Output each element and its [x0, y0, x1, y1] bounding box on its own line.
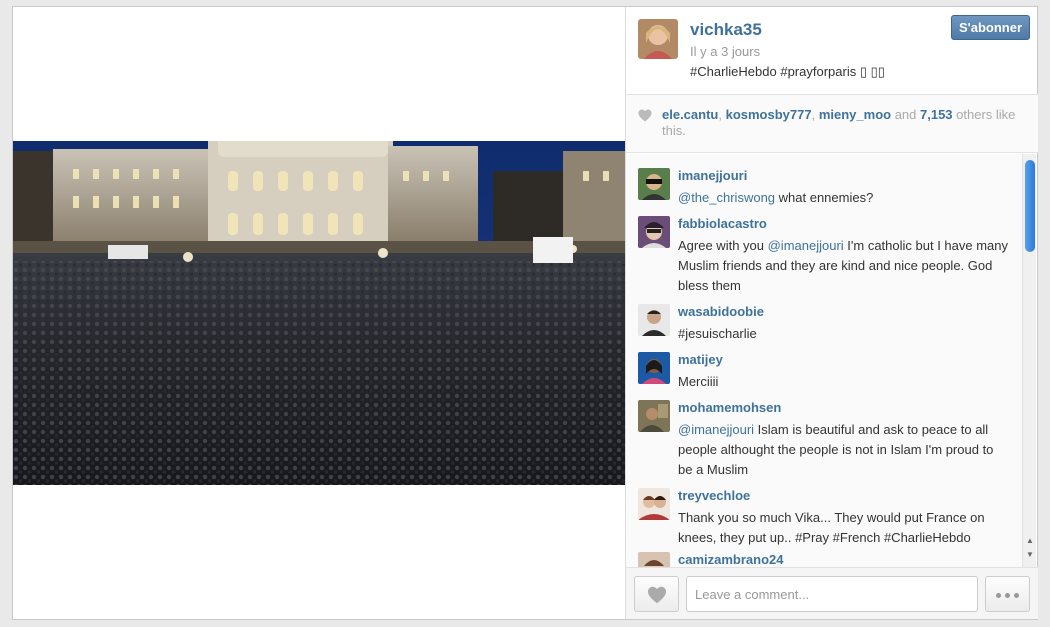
more-options-button[interactable]: [985, 576, 1030, 612]
post-modal: vichka35 Il y a 3 jours #CharlieHebdo #p…: [12, 6, 1038, 620]
post-timestamp: Il y a 3 jours: [690, 44, 761, 59]
avatar[interactable]: [638, 552, 670, 567]
ellipsis-icon: [1005, 593, 1010, 598]
comment-footer: [626, 567, 1038, 619]
comment-text: @imanejjouri Islam is beautiful and ask …: [678, 420, 1010, 480]
post-photo[interactable]: [13, 141, 625, 485]
avatar[interactable]: [638, 400, 670, 432]
avatar[interactable]: [638, 488, 670, 520]
scroll-down-icon[interactable]: ▼: [1024, 550, 1036, 560]
scroll-up-icon[interactable]: ▲: [1024, 536, 1036, 546]
post-header: vichka35 Il y a 3 jours #CharlieHebdo #p…: [626, 7, 1038, 95]
comment-username[interactable]: wasabidoobie: [678, 304, 764, 319]
avatar[interactable]: [638, 168, 670, 200]
comments-list: imanejjouri @the_chriswong what ennemies…: [626, 154, 1022, 567]
comment-username[interactable]: fabbiolacastro: [678, 216, 767, 231]
comments-scrollbar[interactable]: ▲ ▼: [1022, 154, 1036, 567]
likes-count[interactable]: 7,153: [920, 107, 953, 122]
liker-link[interactable]: kosmosby777: [726, 107, 812, 122]
heart-icon: [648, 586, 666, 604]
post-username[interactable]: vichka35: [690, 20, 762, 40]
avatar[interactable]: [638, 352, 670, 384]
photo-pane: [13, 7, 625, 619]
comment-body: Agree with you: [678, 238, 768, 253]
avatar[interactable]: [638, 216, 670, 248]
likes-summary: ele.cantu, kosmosby777, mieny_moo and 7,…: [662, 107, 1016, 138]
liker-link[interactable]: ele.cantu: [662, 107, 718, 122]
comment-text: #jesuischarlie: [678, 326, 757, 341]
mention-link[interactable]: @imanejjouri: [678, 422, 754, 437]
mention-link[interactable]: @the_chriswong: [678, 190, 775, 205]
ellipsis-icon: [1014, 593, 1019, 598]
comment-text: @the_chriswong what ennemies?: [678, 188, 1010, 208]
user-avatar[interactable]: [638, 19, 678, 59]
scrollbar-thumb[interactable]: [1025, 160, 1035, 252]
comment-username[interactable]: mohamemohsen: [678, 400, 781, 415]
ellipsis-icon: [996, 593, 1001, 598]
like-button[interactable]: [634, 576, 679, 612]
comment-text: Agree with you @imanejjouri I'm catholic…: [678, 236, 1010, 296]
likes-and: and: [891, 107, 920, 122]
comment-text: Merciiii: [678, 374, 719, 389]
avatar[interactable]: [638, 304, 670, 336]
comment-username[interactable]: treyvechloe: [678, 488, 750, 503]
comment-username[interactable]: imanejjouri: [678, 168, 747, 183]
heart-icon: [638, 109, 652, 122]
post-caption: #CharlieHebdo #prayforparis ▯ ▯▯: [690, 64, 885, 79]
likes-row: ele.cantu, kosmosby777, mieny_moo and 7,…: [626, 95, 1038, 153]
comment-text: Thank you so much Vika... They would put…: [678, 510, 985, 545]
comment-body: what ennemies?: [775, 190, 874, 205]
liker-link[interactable]: mieny_moo: [819, 107, 891, 122]
comment-input[interactable]: [686, 576, 978, 612]
follow-button[interactable]: S'abonner: [951, 15, 1030, 40]
comment-username[interactable]: camizambrano24: [678, 552, 784, 567]
post-sidebar: vichka35 Il y a 3 jours #CharlieHebdo #p…: [625, 7, 1038, 619]
mention-link[interactable]: @imanejjouri: [768, 238, 844, 253]
comment-username[interactable]: matijey: [678, 352, 723, 367]
